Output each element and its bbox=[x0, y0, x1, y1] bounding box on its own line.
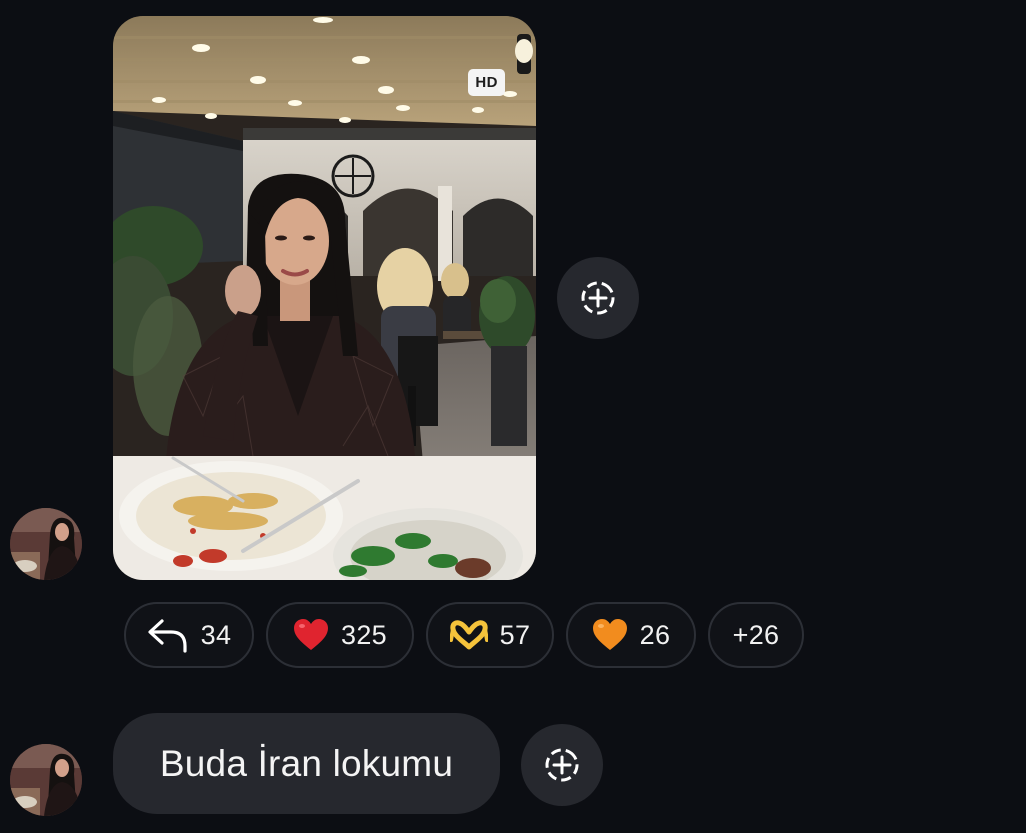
heart-hands-icon bbox=[449, 620, 488, 650]
reactions-bar: 34 325 57 26 +26 bbox=[124, 602, 804, 668]
heart-hands-reaction-chip[interactable]: 57 bbox=[426, 602, 554, 668]
more-reactions-label: +26 bbox=[732, 619, 780, 650]
message-text: Buda İran lokumu bbox=[159, 742, 454, 784]
avatar[interactable] bbox=[10, 744, 82, 816]
avatar-image bbox=[10, 508, 82, 580]
add-reaction-button[interactable] bbox=[521, 724, 603, 806]
message-bubble[interactable]: Buda İran lokumu bbox=[113, 713, 500, 814]
add-reaction-icon bbox=[581, 281, 615, 315]
add-reaction-button[interactable] bbox=[557, 257, 639, 339]
red-heart-icon bbox=[294, 619, 329, 650]
more-reactions-chip[interactable]: +26 bbox=[708, 602, 804, 668]
heart-reaction-chip[interactable]: 325 bbox=[266, 602, 414, 668]
hd-badge[interactable]: HD bbox=[468, 69, 505, 96]
avatar[interactable] bbox=[10, 508, 82, 580]
orange-heart-icon bbox=[592, 619, 627, 650]
photo-message[interactable]: HD bbox=[113, 16, 536, 580]
reply-count-chip[interactable]: 34 bbox=[124, 602, 254, 668]
reply-count: 34 bbox=[200, 619, 232, 650]
reply-icon bbox=[148, 619, 187, 653]
chat-view: HD 34 325 57 26 +26 Buda İran lokumu bbox=[0, 0, 1026, 833]
avatar-image bbox=[10, 744, 82, 816]
heart-count: 325 bbox=[341, 619, 387, 650]
restaurant-photo bbox=[113, 16, 536, 580]
heart-hands-count: 57 bbox=[499, 619, 531, 650]
orange-heart-count: 26 bbox=[639, 619, 671, 650]
add-reaction-icon bbox=[545, 748, 579, 782]
orange-heart-reaction-chip[interactable]: 26 bbox=[566, 602, 696, 668]
